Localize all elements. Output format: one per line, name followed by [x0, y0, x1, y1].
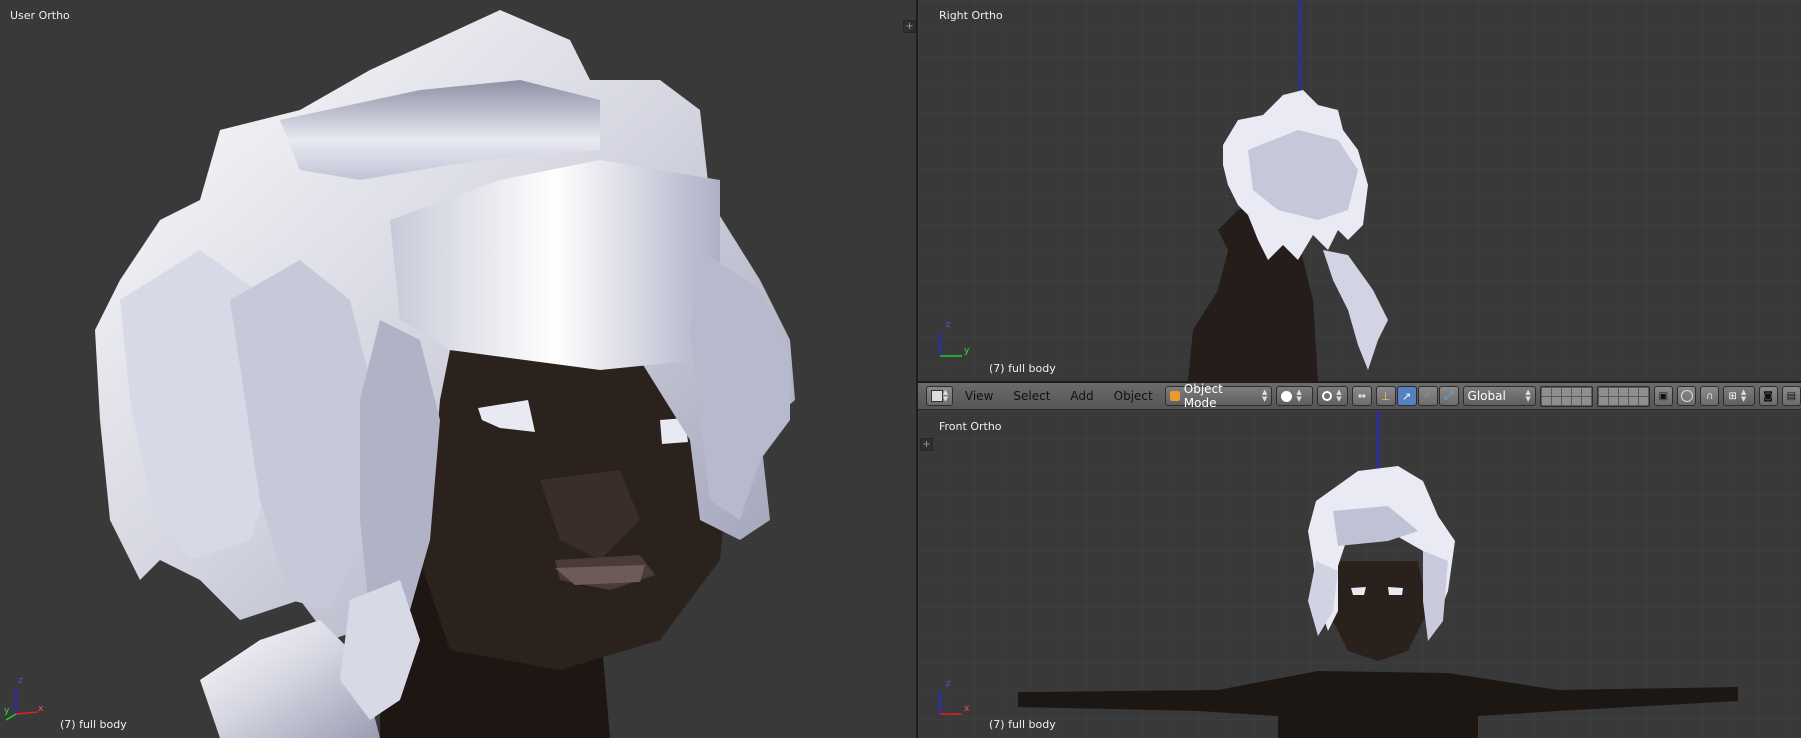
magnet-icon: ∩: [1706, 390, 1714, 402]
scene-layers-group-2[interactable]: [1596, 385, 1650, 407]
manipulator-toggle[interactable]: ⊥: [1375, 386, 1396, 406]
viewport-object-info: (7) full body: [989, 718, 1056, 731]
translate-arrow-icon: ↗: [1401, 389, 1412, 403]
viewport-object-info: (7) full body: [989, 362, 1056, 375]
axis-z-label: z: [946, 679, 951, 689]
chevron-updown-icon: ▲ ▼: [1336, 388, 1342, 403]
axis-y-label: y: [4, 706, 10, 716]
scale-icon: ⤢: [1444, 389, 1453, 402]
snap-toggle[interactable]: ∩: [1700, 386, 1720, 406]
menu-select[interactable]: Select: [1005, 386, 1058, 406]
solid-sphere-icon: [1281, 390, 1293, 402]
proportional-edit-button[interactable]: [1676, 386, 1697, 406]
viewport-user-ortho[interactable]: User Ortho + z x y (7) full body: [0, 0, 916, 738]
pivot-icon: [1322, 391, 1333, 401]
axis-y-label: y: [964, 346, 970, 356]
chevron-updown-icon: ▲ ▼: [942, 388, 949, 403]
viewport-front-ortho[interactable]: Front Ortho + z x (7) full body: [918, 411, 1801, 738]
rotate-manipulator-button[interactable]: ◜: [1417, 386, 1438, 406]
render-animation-button[interactable]: ▤: [1781, 386, 1801, 406]
pivot-select[interactable]: ▲ ▼: [1317, 386, 1349, 406]
menu-add[interactable]: Add: [1062, 386, 1101, 406]
chevron-updown-icon: ▲ ▼: [1296, 388, 1302, 403]
menu-object[interactable]: Object: [1106, 386, 1161, 406]
front-ortho-scene: [918, 411, 1801, 738]
viewport-title: Right Ortho: [939, 9, 1003, 22]
manipulator-group: ⊥ ↗ ◜ ⤢: [1375, 386, 1459, 406]
scale-manipulator-button[interactable]: ⤢: [1438, 386, 1459, 406]
rotate-arc-icon: ◜: [1425, 389, 1430, 403]
axis-z-label: z: [18, 676, 23, 686]
scene-layers-group-1[interactable]: [1539, 385, 1593, 407]
axis-x-label: x: [38, 704, 44, 714]
chevron-updown-icon: ▲ ▼: [1525, 388, 1531, 403]
object-mode-icon: [1169, 391, 1180, 401]
chevron-updown-icon: ▲ ▼: [1740, 388, 1747, 403]
orientation-select-label: Global: [1467, 389, 1506, 403]
lock-icon: ▣: [1658, 390, 1669, 402]
cube-icon: [930, 390, 943, 402]
clapper-icon: ▤: [1786, 390, 1797, 402]
viewport-right-ortho[interactable]: Right Ortho z y (7) full body: [918, 0, 1801, 381]
manipulator-axes-icon: ⊥: [1380, 389, 1391, 403]
proportional-circle-icon: [1680, 390, 1693, 402]
render-opengl-button[interactable]: ◙: [1758, 386, 1778, 406]
viewport-split-handle[interactable]: +: [903, 20, 916, 33]
viewport-title: User Ortho: [10, 9, 70, 22]
axis-z-label: z: [946, 320, 951, 330]
axis-x-label: x: [964, 704, 970, 714]
user-ortho-scene: [5, 10, 795, 738]
camera-icon: ◙: [1763, 390, 1773, 402]
menu-view[interactable]: View: [957, 386, 1001, 406]
right-ortho-scene: [918, 0, 1801, 381]
translate-manipulator-button[interactable]: ↗: [1396, 386, 1417, 406]
origins-only-toggle[interactable]: ⇔: [1352, 386, 1372, 406]
lock-layers-button[interactable]: ▣: [1653, 386, 1673, 406]
editor-type-button[interactable]: ▲ ▼: [926, 386, 953, 406]
snap-element-select[interactable]: ⊞ ▲ ▼: [1723, 386, 1755, 406]
mode-select-label: Object Mode: [1183, 382, 1223, 410]
viewport-split-handle[interactable]: +: [920, 438, 933, 451]
orientation-select[interactable]: Global ▲ ▼: [1462, 386, 1536, 406]
mode-select[interactable]: Object Mode ▲ ▼: [1164, 382, 1273, 410]
chevron-updown-icon: ▲ ▼: [1262, 388, 1268, 403]
snap-grid-icon: ⊞: [1728, 390, 1737, 402]
viewport-object-info: (7) full body: [60, 718, 127, 731]
viewport-title: Front Ortho: [939, 420, 1002, 433]
viewport-header-bar: ▲ ▼ View Select Add Object Object Mode ▲ ▼…: [918, 382, 1801, 410]
origin-icon: ⇔: [1357, 390, 1367, 402]
shading-select[interactable]: ▲ ▼: [1276, 386, 1314, 406]
